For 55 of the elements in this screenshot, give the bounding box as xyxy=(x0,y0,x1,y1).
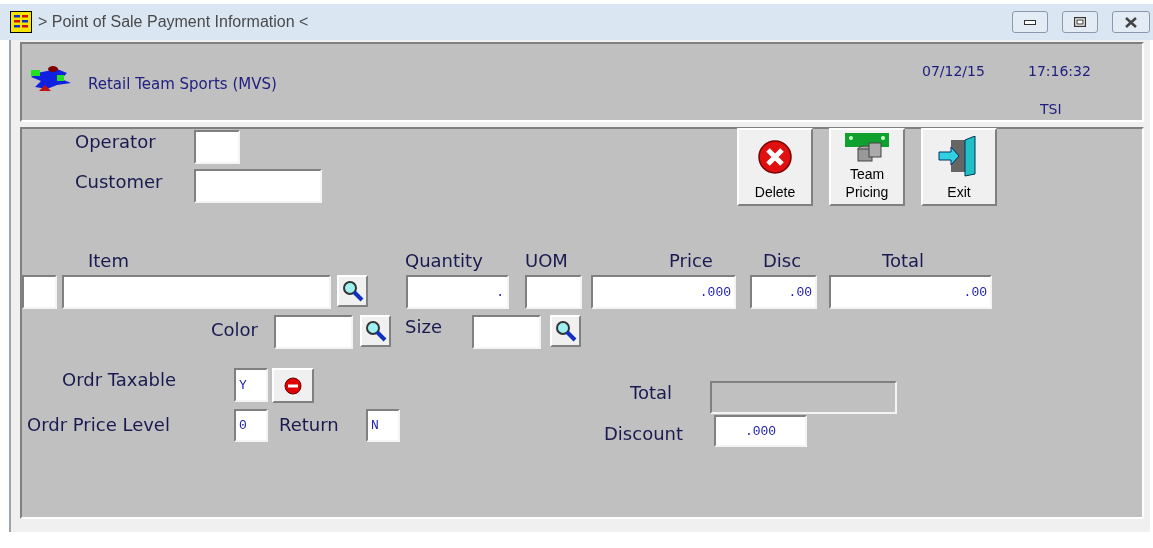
delete-button[interactable]: Delete xyxy=(737,128,813,206)
lookup-button[interactable] xyxy=(337,275,368,307)
input-field[interactable] xyxy=(194,169,322,203)
field-label: Return xyxy=(279,413,339,437)
input-field[interactable] xyxy=(472,315,541,349)
close-icon xyxy=(1124,16,1138,28)
field-label: Size xyxy=(405,315,442,339)
field-label: Disc xyxy=(763,249,802,273)
circuit-coins-icon xyxy=(845,132,889,163)
lookup-button[interactable] xyxy=(550,315,581,347)
field-label: Quantity xyxy=(405,249,483,273)
delete-icon xyxy=(757,138,793,175)
restore-button[interactable] xyxy=(1062,11,1098,33)
restore-icon xyxy=(1074,17,1086,27)
input-field[interactable] xyxy=(525,275,582,309)
lookup-button[interactable] xyxy=(360,315,391,347)
field-label: Ordr Price Level xyxy=(27,413,170,437)
field-label: Item xyxy=(88,249,129,273)
field-label: Ordr Taxable xyxy=(62,368,177,392)
field-label: Total xyxy=(882,249,925,273)
company-name: Retail Team Sports (MVS) xyxy=(88,74,277,95)
input-field[interactable]: .00 xyxy=(750,275,817,309)
search-icon xyxy=(554,320,577,342)
field-label: Discount xyxy=(604,422,684,446)
field-label: Price xyxy=(669,249,713,273)
input-field[interactable]: N xyxy=(366,409,400,442)
input-field[interactable] xyxy=(274,315,353,349)
input-field[interactable]: Y xyxy=(234,368,268,402)
minimize-button[interactable] xyxy=(1012,11,1048,33)
input-field[interactable]: 0 xyxy=(234,409,268,442)
time-label: 17:16:32 xyxy=(1028,62,1091,81)
user-label: TSI xyxy=(1040,100,1062,119)
close-button[interactable] xyxy=(1112,11,1150,33)
field-label: UOM xyxy=(525,249,568,273)
input-field[interactable]: .000 xyxy=(714,415,807,447)
team-pricing-button[interactable]: Team Pricing xyxy=(829,128,905,206)
date-label: 07/12/15 xyxy=(922,62,985,81)
field-label: Customer xyxy=(75,170,163,194)
window-title: > Point of Sale Payment Information < xyxy=(38,12,309,32)
input-field[interactable]: .000 xyxy=(591,275,736,309)
input-field[interactable] xyxy=(194,130,240,164)
app-icon xyxy=(10,11,32,33)
search-icon xyxy=(341,280,364,302)
exit-button[interactable]: Exit xyxy=(921,128,997,206)
input-field[interactable]: . xyxy=(406,275,509,309)
field-label: Total xyxy=(630,381,673,405)
field-label: Operator xyxy=(75,130,156,154)
input-field[interactable]: .00 xyxy=(829,275,992,309)
field-label: Color xyxy=(211,318,258,342)
minus-circle-icon xyxy=(284,376,302,395)
search-icon xyxy=(364,320,387,342)
minimize-icon xyxy=(1024,19,1036,25)
input-field[interactable] xyxy=(22,275,57,309)
clear-button[interactable] xyxy=(272,368,314,403)
input-field[interactable] xyxy=(62,275,331,309)
